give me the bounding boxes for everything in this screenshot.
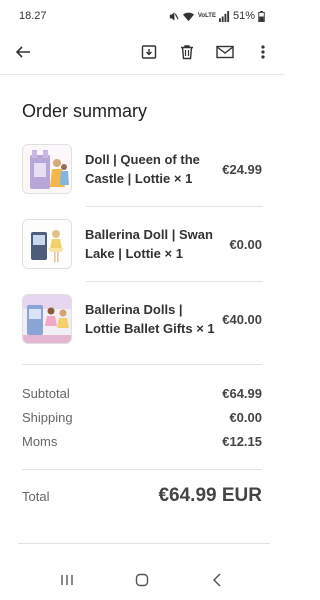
order-item-name: Ballerina Dolls | Lottie Ballet Gifts × … — [85, 302, 215, 336]
subtotal-label: Subtotal — [22, 386, 70, 401]
order-item[interactable]: Ballerina Dolls | Lottie Ballet Gifts × … — [22, 294, 262, 344]
order-item-price: €0.00 — [229, 236, 262, 252]
order-item[interactable]: Ballerina Doll | Swan Lake | Lottie × 1 … — [22, 219, 262, 269]
back-icon[interactable] — [202, 568, 232, 592]
archive-icon[interactable] — [138, 41, 160, 63]
items-divider — [22, 364, 262, 365]
wifi-icon — [182, 11, 195, 22]
order-summary-title: Order summary — [22, 101, 148, 121]
delete-icon[interactable] — [176, 41, 198, 63]
shipping-value: €0.00 — [229, 410, 262, 425]
order-item[interactable]: Doll | Queen of the Castle | Lottie × 1 … — [22, 144, 262, 194]
order-item-price: €40.00 — [222, 311, 262, 327]
screen: 18.27 VoLTE 51% Order summary Doll | Que… — [0, 0, 284, 600]
doll-castle-image — [22, 144, 72, 194]
back-arrow-icon[interactable] — [12, 41, 34, 63]
toolbar-divider — [0, 74, 284, 75]
totals-divider — [22, 469, 262, 470]
battery-icon — [258, 10, 265, 22]
status-bar: 18.27 VoLTE 51% — [0, 0, 284, 32]
recents-icon[interactable] — [52, 568, 82, 592]
home-icon[interactable] — [127, 568, 157, 592]
tax-row: Moms €12.15 — [22, 434, 262, 449]
item-divider — [86, 206, 263, 207]
battery-percent: 51% — [232, 10, 255, 22]
ballerina-doll-image — [22, 219, 72, 269]
item-divider — [86, 281, 263, 282]
signal-icon — [218, 10, 230, 22]
order-item-price: €24.99 — [222, 161, 262, 177]
footer-divider — [18, 543, 270, 544]
order-item-name: Doll | Queen of the Castle | Lottie × 1 — [85, 152, 200, 186]
mail-icon[interactable] — [214, 41, 236, 63]
status-icons: VoLTE 51% — [168, 10, 265, 22]
tax-label: Moms — [22, 434, 58, 449]
subtotal-value: €64.99 — [222, 386, 262, 401]
status-time: 18.27 — [19, 10, 47, 22]
total-row: Total €64.99 EUR — [22, 485, 262, 507]
volte-label: VoLTE — [197, 13, 216, 19]
total-value: €64.99 EUR — [158, 485, 262, 506]
subtotal-row: Subtotal €64.99 — [22, 386, 262, 401]
ballerina-dolls-image — [22, 294, 72, 344]
volte-icon: VoLTE — [198, 13, 216, 19]
mute-icon — [168, 11, 179, 22]
toolbar — [0, 32, 284, 72]
total-label: Total — [22, 488, 50, 504]
more-vert-icon[interactable] — [252, 41, 274, 63]
shipping-label: Shipping — [22, 410, 73, 425]
shipping-row: Shipping €0.00 — [22, 410, 262, 425]
tax-value: €12.15 — [222, 434, 262, 449]
system-nav-bar — [0, 560, 284, 600]
order-item-name: Ballerina Doll | Swan Lake | Lottie × 1 — [85, 227, 213, 261]
